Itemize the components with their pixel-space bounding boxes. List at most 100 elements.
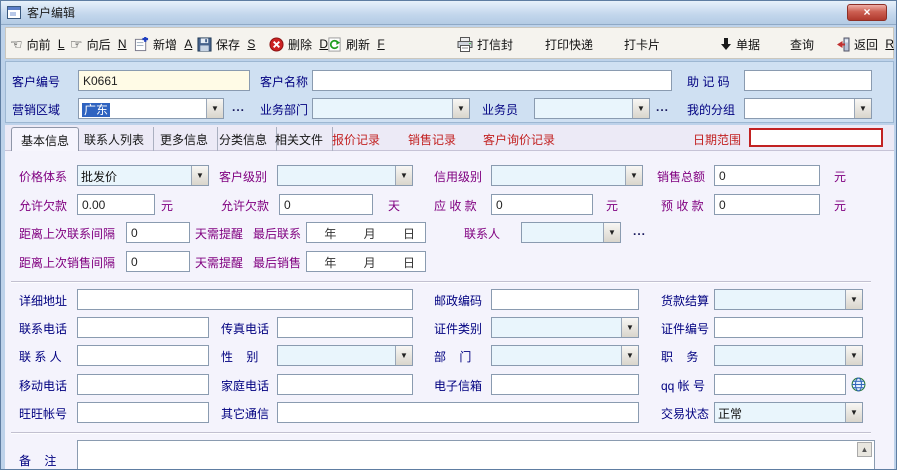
price-system-combo[interactable]: 批发价▼ bbox=[77, 165, 209, 186]
receivable-label: 应 收 款 bbox=[434, 197, 477, 214]
mobile-input[interactable] bbox=[77, 374, 209, 395]
prev-button[interactable]: ☜向前 L bbox=[10, 34, 65, 54]
position-combo[interactable]: ▼ bbox=[714, 345, 863, 366]
business-dept-combo[interactable]: ▼ bbox=[312, 98, 470, 119]
address-input[interactable] bbox=[77, 289, 413, 310]
return-button[interactable]: 返回 R bbox=[836, 34, 894, 54]
credit-level-combo-arrow-icon[interactable]: ▼ bbox=[625, 166, 642, 185]
tab-quote-records[interactable]: 报价记录 bbox=[332, 131, 380, 148]
remark-textarea[interactable] bbox=[77, 440, 875, 470]
settlement-combo[interactable]: ▼ bbox=[714, 289, 863, 310]
tab-sales-records[interactable]: 销售记录 bbox=[408, 131, 456, 148]
date-range-label: 日期范围 bbox=[693, 131, 741, 148]
email-input[interactable] bbox=[491, 374, 639, 395]
mnemonic-input[interactable] bbox=[744, 70, 872, 91]
toolbar: ☜向前 L ☞向后 N 新增 A 保存 S 删除 D 刷新 F 打信封 打印快递… bbox=[5, 27, 894, 59]
globe-icon[interactable] bbox=[851, 377, 866, 392]
tab-related-files[interactable]: 相关文件 bbox=[266, 127, 333, 151]
contact-person-combo[interactable]: ▼ bbox=[521, 222, 621, 243]
home-phone-input[interactable] bbox=[277, 374, 413, 395]
id-number-input[interactable] bbox=[714, 317, 863, 338]
documents-button[interactable]: 单据 bbox=[720, 34, 760, 54]
id-type-combo-arrow-icon[interactable]: ▼ bbox=[621, 318, 638, 337]
tab-inquiry-records[interactable]: 客户询价记录 bbox=[483, 131, 555, 148]
titlebar: 客户编辑 × bbox=[1, 1, 896, 25]
region-combo-arrow-icon[interactable]: ▼ bbox=[206, 99, 223, 118]
gender-combo-arrow-icon[interactable]: ▼ bbox=[395, 346, 412, 365]
trade-status-combo[interactable]: 正常▼ bbox=[714, 402, 863, 423]
salesman-combo-arrow-icon[interactable]: ▼ bbox=[632, 99, 649, 118]
remark-scroll-up-icon[interactable]: ▲ bbox=[857, 442, 872, 457]
department-combo[interactable]: ▼ bbox=[491, 345, 639, 366]
print-express-button[interactable]: 打印快递 bbox=[545, 34, 593, 54]
gender-combo[interactable]: ▼ bbox=[277, 345, 413, 366]
contact-gap-input[interactable] bbox=[126, 222, 190, 243]
allow-debt-money-input[interactable] bbox=[77, 194, 155, 215]
tab-contact-list[interactable]: 联系人列表 bbox=[75, 127, 154, 151]
customer-name-input[interactable] bbox=[312, 70, 672, 91]
customer-level-label: 客户级别 bbox=[219, 168, 267, 185]
my-group-combo-arrow-icon[interactable]: ▼ bbox=[854, 99, 871, 118]
last-contact-date[interactable]: 年月日 bbox=[306, 222, 426, 243]
position-combo-arrow-icon[interactable]: ▼ bbox=[845, 346, 862, 365]
new-button[interactable]: 新增 A bbox=[134, 34, 192, 54]
price-system-combo-arrow-icon[interactable]: ▼ bbox=[191, 166, 208, 185]
settlement-combo-arrow-icon[interactable]: ▼ bbox=[845, 290, 862, 309]
qq-input[interactable] bbox=[714, 374, 846, 395]
total-sales-input[interactable] bbox=[714, 165, 820, 186]
customer-level-combo[interactable]: ▼ bbox=[277, 165, 413, 186]
customer-level-combo-arrow-icon[interactable]: ▼ bbox=[395, 166, 412, 185]
tab-basic-info[interactable]: 基本信息 bbox=[11, 127, 79, 151]
row-address: 详细地址 邮政编码 货款结算 ▼ bbox=[5, 289, 894, 311]
mobile-label: 移动电话 bbox=[19, 377, 67, 394]
region-more-button[interactable]: ... bbox=[232, 100, 245, 114]
salesman-combo[interactable]: ▼ bbox=[534, 98, 650, 119]
last-sale-date[interactable]: 年月日 bbox=[306, 251, 426, 272]
customer-id-input[interactable] bbox=[78, 70, 250, 91]
contact-person-more-button[interactable]: ... bbox=[633, 224, 646, 238]
postal-label: 邮政编码 bbox=[434, 292, 482, 309]
advance-unit: 元 bbox=[834, 197, 846, 214]
other-comm-label: 其它通信 bbox=[221, 405, 269, 422]
contact-person-combo-label: 联系人 bbox=[464, 225, 500, 242]
sale-gap-input[interactable] bbox=[126, 251, 190, 272]
region-combo[interactable]: 广东▼ bbox=[78, 98, 224, 119]
allow-debt-money-unit: 元 bbox=[161, 197, 173, 214]
business-dept-label: 业务部门 bbox=[260, 101, 308, 118]
my-group-combo[interactable]: ▼ bbox=[744, 98, 872, 119]
print-envelope-button[interactable]: 打信封 bbox=[457, 34, 513, 54]
save-button[interactable]: 保存 S bbox=[197, 34, 255, 54]
id-type-combo[interactable]: ▼ bbox=[491, 317, 639, 338]
postal-input[interactable] bbox=[491, 289, 639, 310]
customer-id-label: 客户编号 bbox=[12, 73, 60, 90]
contact-person-combo-arrow-icon[interactable]: ▼ bbox=[603, 223, 620, 242]
tab-more-info[interactable]: 更多信息 bbox=[151, 127, 218, 151]
query-button[interactable]: 查询 bbox=[790, 34, 814, 54]
advance-label: 预 收 款 bbox=[661, 197, 704, 214]
qq-label: qq 帐 号 bbox=[661, 377, 705, 394]
row-sale-gap: 距离上次销售间隔 天需提醒 最后销售 年月日 bbox=[5, 251, 894, 273]
print-card-button[interactable]: 打卡片 bbox=[624, 34, 660, 54]
allow-debt-days-input[interactable] bbox=[279, 194, 373, 215]
credit-level-combo[interactable]: ▼ bbox=[491, 165, 643, 186]
receivable-input[interactable] bbox=[491, 194, 593, 215]
wangwang-input[interactable] bbox=[77, 402, 209, 423]
row-wangwang: 旺旺帐号 其它通信 交易状态 正常▼ bbox=[5, 402, 894, 424]
email-label: 电子信箱 bbox=[434, 377, 482, 394]
refresh-button[interactable]: 刷新 F bbox=[327, 34, 385, 54]
delete-button[interactable]: 删除 D bbox=[269, 34, 328, 54]
header-row-2: 营销区域 广东▼ ... 业务部门 ▼ 业务员 ▼ ... 我的分组 ▼ bbox=[6, 98, 893, 120]
contact-name-input[interactable] bbox=[77, 345, 209, 366]
close-button[interactable]: × bbox=[847, 4, 887, 21]
trade-status-combo-arrow-icon[interactable]: ▼ bbox=[845, 403, 862, 422]
next-button[interactable]: ☞向后 N bbox=[70, 34, 127, 54]
date-range-input[interactable] bbox=[749, 128, 883, 147]
salesman-more-button[interactable]: ... bbox=[656, 100, 669, 114]
department-combo-arrow-icon[interactable]: ▼ bbox=[621, 346, 638, 365]
business-dept-combo-arrow-icon[interactable]: ▼ bbox=[452, 99, 469, 118]
row-mobile: 移动电话 家庭电话 电子信箱 qq 帐 号 bbox=[5, 374, 894, 396]
other-comm-input[interactable] bbox=[277, 402, 639, 423]
advance-input[interactable] bbox=[714, 194, 820, 215]
phone-input[interactable] bbox=[77, 317, 209, 338]
fax-input[interactable] bbox=[277, 317, 413, 338]
